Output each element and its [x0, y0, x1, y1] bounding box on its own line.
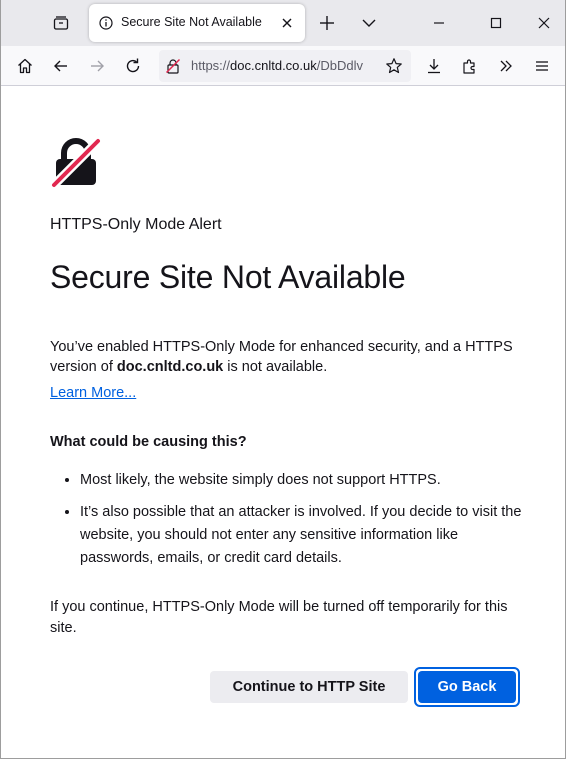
puzzle-piece-icon [463, 59, 475, 74]
insecure-lock-icon[interactable] [165, 58, 181, 74]
tab-title: Secure Site Not Available [121, 15, 262, 29]
extensions-button[interactable] [457, 53, 483, 79]
address-bar[interactable]: https://doc.cnltd.co.uk/DbDdlv [159, 50, 411, 82]
overflow-menu-button[interactable] [493, 53, 519, 79]
reload-button[interactable] [120, 53, 146, 79]
bookmark-star-icon[interactable] [385, 57, 403, 75]
continue-to-http-site-button[interactable]: Continue to HTTP Site [210, 671, 408, 703]
intro-domain: doc.cnltd.co.uk [116, 359, 224, 375]
maximize-window-button[interactable] [483, 10, 509, 36]
broken-lock-icon [50, 137, 102, 189]
learn-more-link[interactable]: Learn More... [50, 385, 136, 401]
intro-text-after: is not available. [223, 359, 328, 375]
causes-list: Most likely, the website simply does not… [50, 469, 530, 579]
list-item: Most likely, the website simply does not… [80, 469, 530, 492]
alert-subtitle: HTTPS-Only Mode Alert [50, 216, 222, 233]
forward-button[interactable] [84, 53, 110, 79]
plus-icon [320, 16, 334, 30]
info-icon [99, 16, 113, 30]
new-tab-button[interactable] [315, 11, 339, 35]
maximize-icon [490, 17, 502, 29]
list-item: It’s also possible that an attacker is i… [80, 501, 530, 570]
close-icon [538, 17, 550, 29]
firefox-view-button[interactable] [45, 8, 77, 38]
navigation-toolbar: https://doc.cnltd.co.uk/DbDdlv [1, 46, 565, 86]
url-text[interactable]: https://doc.cnltd.co.uk/DbDdlv [191, 58, 377, 73]
close-window-button[interactable] [531, 10, 557, 36]
error-page: HTTPS-Only Mode Alert Secure Site Not Av… [1, 87, 565, 758]
home-button[interactable] [12, 53, 38, 79]
double-chevron-right-icon [500, 60, 512, 72]
firefox-view-icon [53, 16, 69, 30]
arrow-right-icon [91, 60, 104, 72]
list-all-tabs-button[interactable] [357, 11, 381, 35]
tab-strip: Secure Site Not Available [1, 0, 565, 46]
download-icon [428, 59, 440, 74]
intro-text: You’ve enabled HTTPS-Only Mode for enhan… [50, 337, 530, 377]
url-path: /DbDdlv [316, 58, 363, 73]
causes-heading: What could be causing this? [50, 434, 247, 450]
reload-icon [126, 58, 140, 73]
page-title: Secure Site Not Available [50, 259, 406, 295]
close-tab-icon[interactable] [279, 15, 295, 31]
home-icon [18, 58, 32, 74]
arrow-left-icon [54, 60, 67, 72]
downloads-button[interactable] [421, 53, 447, 79]
url-prefix: https:// [191, 58, 231, 73]
tab-secure-site-not-available[interactable]: Secure Site Not Available [89, 4, 305, 42]
app-menu-button[interactable] [529, 53, 555, 79]
url-domain: doc.cnltd.co.uk [230, 58, 317, 73]
chevron-down-icon [362, 19, 376, 27]
browser-window: Secure Site Not Available https://doc.cn… [0, 0, 566, 759]
minimize-icon [434, 22, 444, 24]
hamburger-menu-icon [536, 61, 548, 71]
continue-note: If you continue, HTTPS-Only Mode will be… [50, 599, 508, 636]
back-button[interactable] [48, 53, 74, 79]
minimize-window-button[interactable] [426, 10, 452, 36]
go-back-button[interactable]: Go Back [418, 671, 516, 703]
